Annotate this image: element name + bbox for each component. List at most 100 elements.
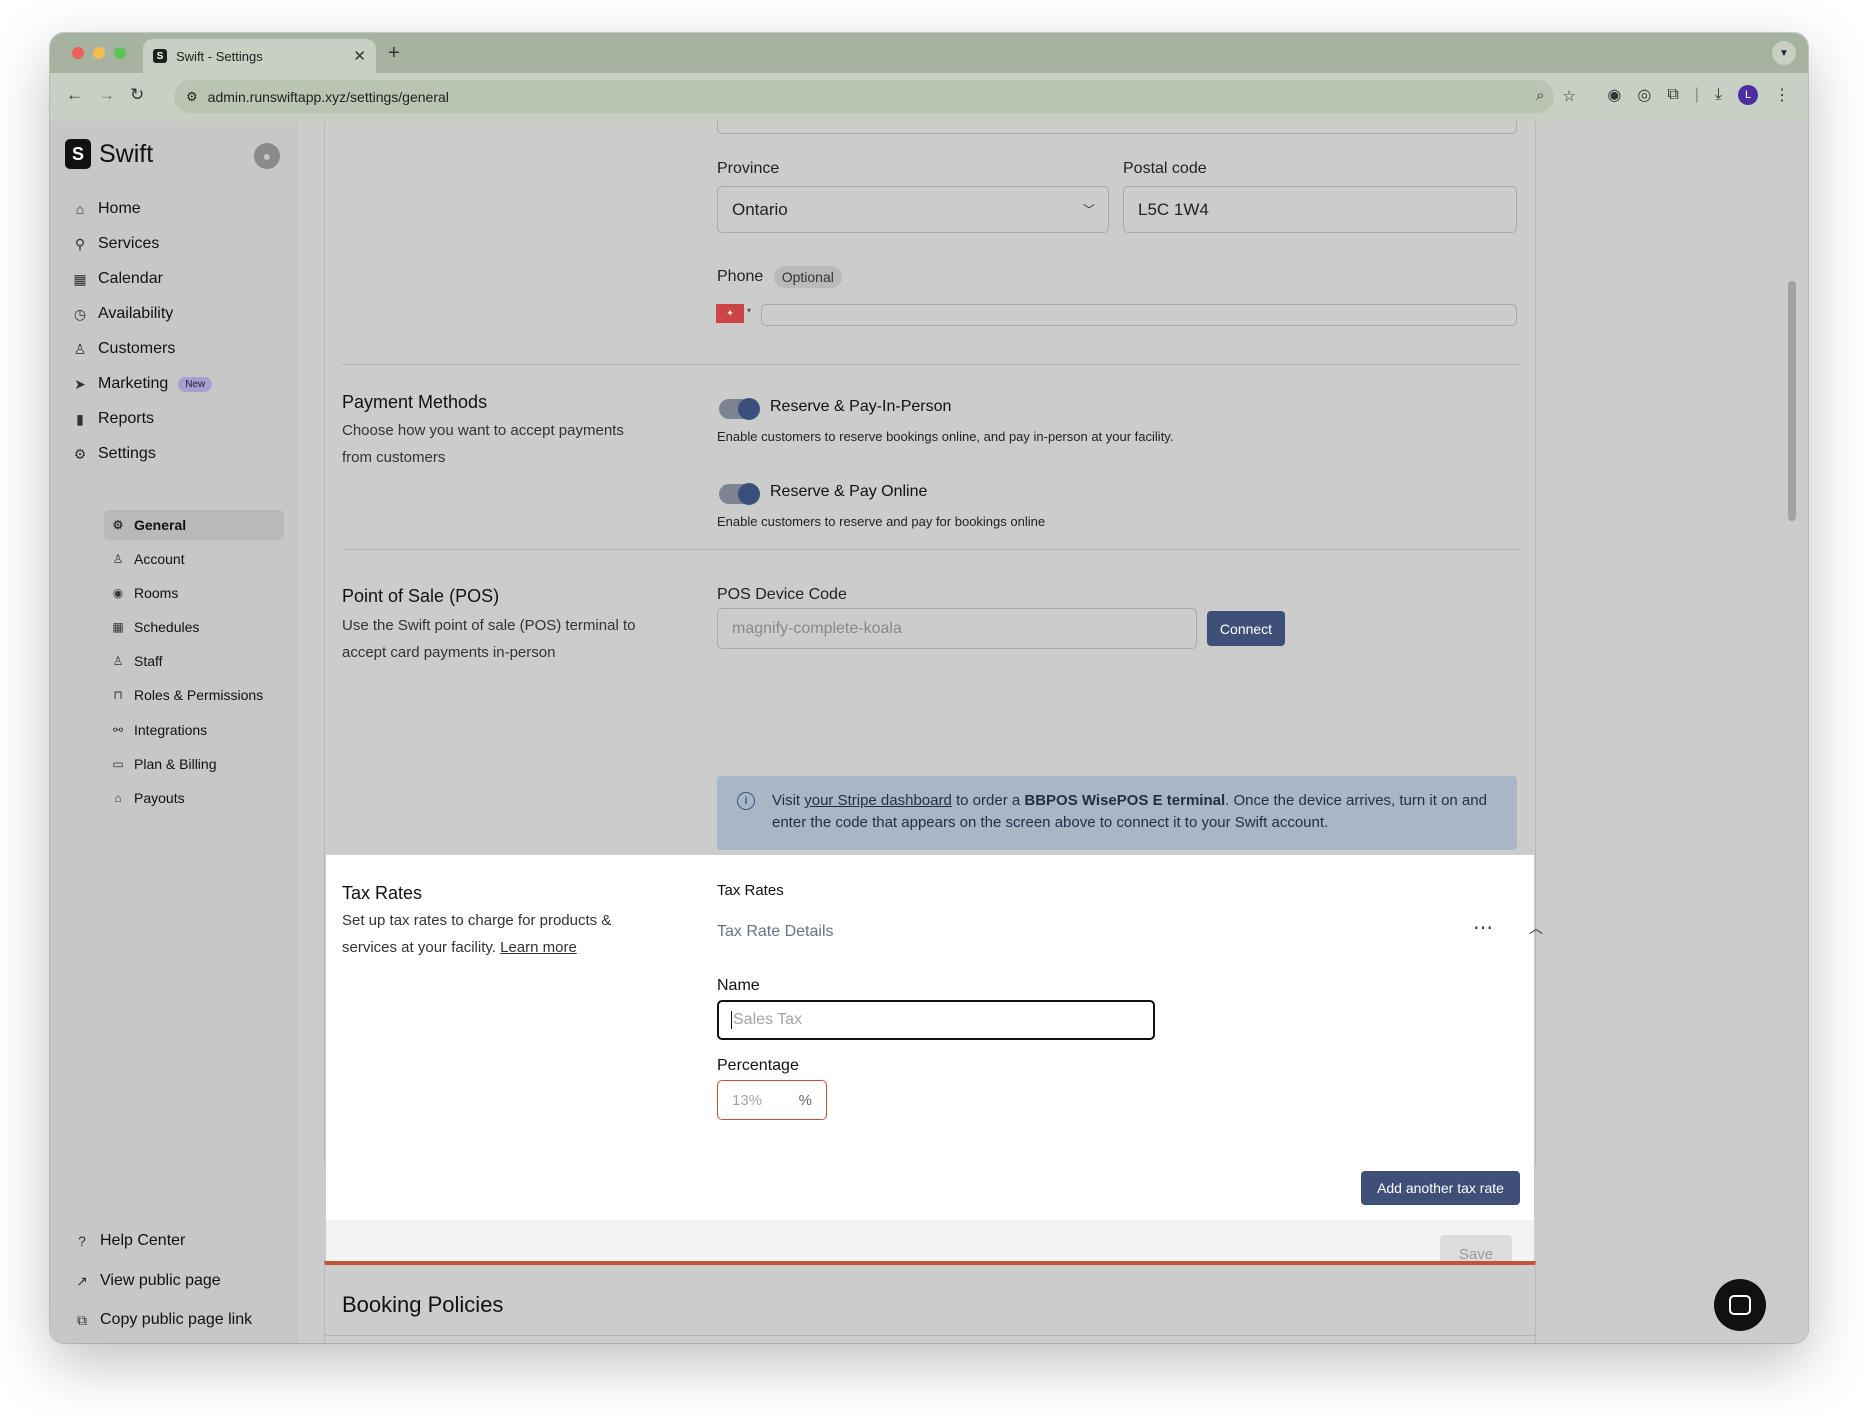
learn-more-link[interactable]: Learn more <box>500 939 577 956</box>
sidebar-subitem-schedules[interactable]: ▦ Schedules <box>104 612 284 642</box>
percent-sign: % <box>798 1091 812 1109</box>
country-chevron-icon[interactable]: ▾ <box>747 306 751 315</box>
close-window-icon[interactable] <box>72 47 84 59</box>
bookmark-star-icon[interactable]: ☆ <box>1563 87 1576 105</box>
sidebar-subitem-label: Plan & Billing <box>134 756 217 772</box>
users-icon: ♙ <box>112 654 124 668</box>
chevron-up-icon[interactable]: ︿ <box>1529 918 1543 938</box>
new-tab-icon[interactable]: + <box>388 42 400 65</box>
sidebar-subitem-rooms[interactable]: ◉ Rooms <box>104 578 284 608</box>
payment-methods-description: Choose how you want to accept payments f… <box>342 422 624 466</box>
sidebar-item-label: Services <box>98 235 160 252</box>
sidebar-subitem-plan-billing[interactable]: ▭ Plan & Billing <box>104 749 284 779</box>
tax-rates-section: Tax Rates Set up tax rates to charge for… <box>326 855 1543 1220</box>
tax-rate-details-label: Tax Rate Details <box>717 923 834 940</box>
clock-icon: ◷ <box>73 305 87 322</box>
connect-button[interactable]: Connect <box>1207 611 1285 646</box>
sidebar-item-label: Reports <box>98 410 155 427</box>
chat-launcher-button[interactable] <box>1714 1279 1766 1331</box>
sidebar-item-customers[interactable]: ♙ Customers <box>72 340 176 358</box>
sidebar-subitem-roles[interactable]: ⊓ Roles & Permissions <box>104 680 284 710</box>
sidebar-subitem-staff[interactable]: ♙ Staff <box>104 646 284 676</box>
page-scrollbar[interactable] <box>1788 281 1796 521</box>
sidebar-footer-label: Help Center <box>100 1232 186 1249</box>
section-divider <box>325 1335 1535 1336</box>
swift-logo-icon: S <box>65 139 91 169</box>
extensions-puzzle-icon[interactable]: ⧉ <box>1667 86 1678 104</box>
external-link-icon: ↗ <box>76 1272 88 1289</box>
sidebar-item-marketing[interactable]: ➤ Marketing New <box>72 375 213 393</box>
address-bar[interactable]: ⚙ admin.runswiftapp.xyz/settings/general <box>174 80 1554 113</box>
tax-rates-description: Set up tax rates to charge for products … <box>342 907 642 961</box>
zoom-icon[interactable]: ⌕ <box>1536 87 1544 105</box>
extensions-area: ◉ ◎ ⧉ | ⤓ L ⋮ <box>1607 85 1790 105</box>
sidebar-footer-label: Copy public page link <box>100 1311 253 1328</box>
sidebar-item-availability[interactable]: ◷ Availability <box>72 305 173 323</box>
canada-flag-icon[interactable]: ✦ <box>716 304 744 323</box>
send-icon: ➤ <box>74 375 86 392</box>
sidebar-subitem-label: Integrations <box>134 722 208 738</box>
tax-percentage-input[interactable]: 13% % <box>717 1080 827 1120</box>
sidebar-subitem-label: Staff <box>134 653 163 669</box>
tab-search-chevron-icon[interactable]: ▼ <box>1772 41 1796 65</box>
province-value: Ontario <box>732 199 788 219</box>
copy-public-page-link[interactable]: ⧉ Copy public page link <box>74 1311 252 1329</box>
sidebar-subitem-label: Schedules <box>134 619 200 635</box>
help-icon: ? <box>78 1233 86 1249</box>
province-select[interactable]: Ontario ﹀ <box>717 186 1109 233</box>
phone-label: Phone <box>717 268 764 286</box>
close-tab-icon[interactable]: ✕ <box>353 47 366 65</box>
optional-badge: Optional <box>773 266 842 288</box>
forward-arrow-icon[interactable]: → <box>98 85 115 105</box>
bar-chart-icon: ▮ <box>76 410 84 427</box>
help-center-link[interactable]: ? Help Center <box>74 1232 185 1250</box>
user-avatar-icon[interactable]: ● <box>254 143 280 169</box>
tax-name-input[interactable]: Sales Tax <box>717 1000 1155 1040</box>
pos-description: Use the Swift point of sale (POS) termin… <box>342 617 636 661</box>
address-field-partial[interactable] <box>717 121 1517 134</box>
sidebar-subitem-integrations[interactable]: ⚯ Integrations <box>104 715 284 745</box>
sidebar-item-calendar[interactable]: ▦ Calendar <box>72 270 163 288</box>
postal-code-input[interactable]: L5C 1W4 <box>1123 186 1517 233</box>
add-tax-rate-button[interactable]: Add another tax rate <box>1361 1171 1520 1205</box>
maximize-window-icon[interactable] <box>114 47 126 59</box>
password-extension-icon[interactable]: ◎ <box>1637 85 1651 105</box>
page-content: S Swift ● ⌂ Home ⚲ Services ▦ Calendar ◷… <box>50 121 1808 1343</box>
link-icon: ⚲ <box>74 235 86 252</box>
more-options-icon[interactable]: ⋯ <box>1473 915 1493 940</box>
sidebar-subitem-general[interactable]: ⚙ General <box>104 510 284 540</box>
browser-tab-bar: S Swift - Settings ✕ + ▼ <box>50 33 1808 73</box>
reload-icon[interactable]: ↻ <box>130 85 144 105</box>
sidebar-item-settings[interactable]: ⚙ Settings <box>72 445 156 463</box>
pos-code-placeholder: magnify-complete-koala <box>732 619 902 637</box>
home-icon: ⌂ <box>75 201 85 217</box>
sidebar-subitem-account[interactable]: ♙ Account <box>104 544 284 574</box>
profile-avatar[interactable]: L <box>1738 85 1758 105</box>
sidebar-subitem-payouts[interactable]: ⌂ Payouts <box>104 783 284 813</box>
stripe-dashboard-link[interactable]: your Stripe dashboard <box>804 792 952 809</box>
payment-methods-title: Payment Methods <box>342 392 488 412</box>
pay-in-person-toggle[interactable] <box>719 398 760 420</box>
phone-input[interactable] <box>761 304 1517 326</box>
tax-name-placeholder: Sales Tax <box>733 1011 803 1028</box>
download-icon[interactable]: ⤓ <box>1715 86 1722 104</box>
pos-code-input[interactable]: magnify-complete-koala <box>717 608 1197 649</box>
sidebar-item-home[interactable]: ⌂ Home <box>72 200 141 218</box>
minimize-window-icon[interactable] <box>93 47 105 59</box>
gear-icon: ⚙ <box>73 445 87 462</box>
site-settings-icon[interactable]: ⚙ <box>186 89 198 105</box>
view-public-page-link[interactable]: ↗ View public page <box>74 1272 221 1290</box>
back-arrow-icon[interactable]: ← <box>66 85 83 105</box>
browser-tab[interactable]: S Swift - Settings ✕ <box>143 39 376 73</box>
sidebar-item-services[interactable]: ⚲ Services <box>72 235 160 253</box>
sidebar-item-label: Availability <box>98 305 174 322</box>
pay-in-person-label: Reserve & Pay-In-Person <box>770 398 952 415</box>
grammarly-extension-icon[interactable]: ◉ <box>1607 85 1621 105</box>
tax-percentage-label: Percentage <box>717 1057 799 1074</box>
user-icon: ♙ <box>73 340 87 357</box>
brand-logo[interactable]: S Swift <box>65 139 153 169</box>
browser-menu-icon[interactable]: ⋮ <box>1774 85 1790 105</box>
sidebar-item-reports[interactable]: ▮ Reports <box>72 410 154 428</box>
pay-online-toggle[interactable] <box>719 483 760 505</box>
sidebar-item-label: Marketing <box>98 375 169 392</box>
